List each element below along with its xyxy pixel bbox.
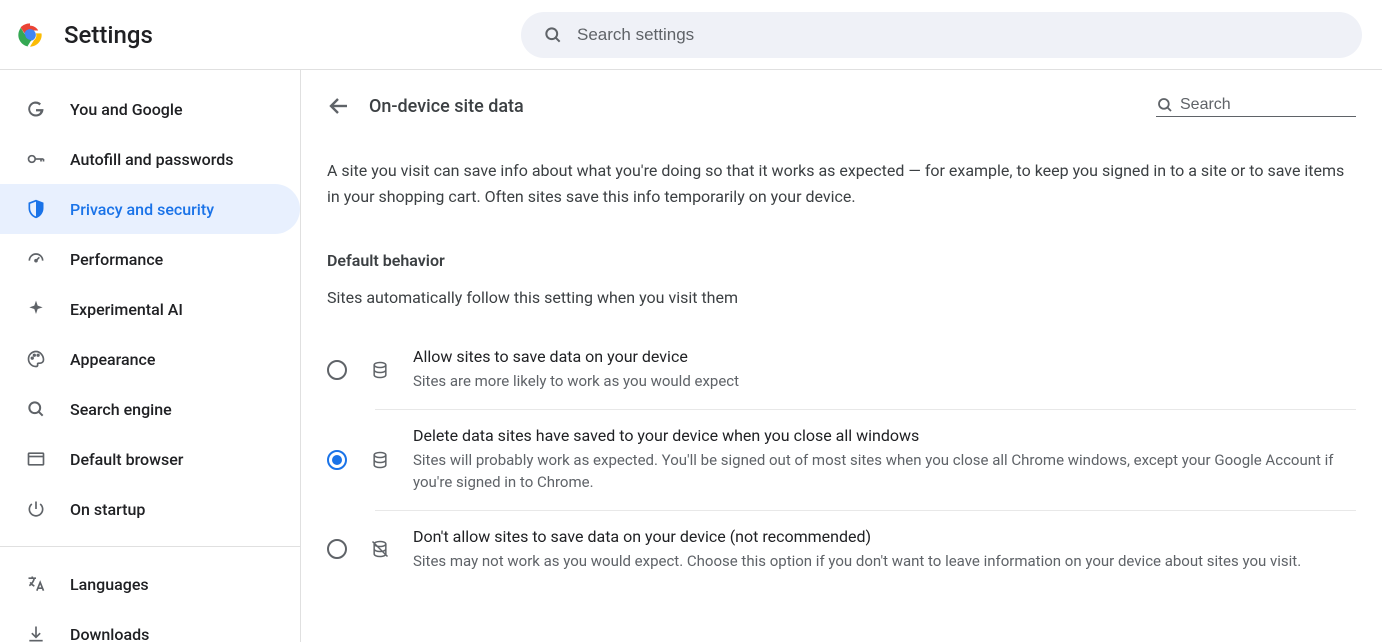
option-title: Don't allow sites to save data on your d…	[413, 527, 1356, 546]
speedometer-icon	[26, 249, 46, 269]
key-icon	[26, 149, 46, 169]
header-left: Settings	[16, 21, 521, 49]
radio-option-delete-on-close[interactable]: Delete data sites have saved to your dev…	[327, 410, 1356, 510]
sidebar-item-label: Autofill and passwords	[70, 150, 233, 169]
radio-option-allow[interactable]: Allow sites to save data on your device …	[327, 331, 1356, 409]
sidebar-item-label: Appearance	[70, 350, 155, 369]
sidebar-item-label: Default browser	[70, 450, 183, 469]
radio-button[interactable]	[327, 539, 347, 559]
sparkle-icon	[26, 299, 46, 319]
sidebar-item-label: Downloads	[70, 625, 149, 642]
radio-button[interactable]	[327, 450, 347, 470]
sidebar-item-label: Languages	[70, 575, 149, 594]
palette-icon	[26, 349, 46, 369]
sidebar-item-default-browser[interactable]: Default browser	[0, 434, 300, 484]
sidebar-item-you-and-google[interactable]: You and Google	[0, 84, 300, 134]
database-icon	[369, 359, 391, 381]
browser-window-icon	[26, 449, 46, 469]
search-icon	[1156, 96, 1174, 114]
app-header: Settings	[0, 0, 1382, 70]
option-text: Delete data sites have saved to your dev…	[413, 426, 1356, 494]
search-icon	[26, 399, 46, 419]
sidebar-item-downloads[interactable]: Downloads	[0, 609, 300, 642]
shield-icon	[26, 199, 46, 219]
radio-button[interactable]	[327, 360, 347, 380]
page-title: On-device site data	[369, 96, 1138, 117]
sidebar-item-label: Privacy and security	[70, 200, 214, 219]
sidebar-item-label: Performance	[70, 250, 163, 269]
sidebar-item-autofill[interactable]: Autofill and passwords	[0, 134, 300, 184]
sidebar-item-label: Search engine	[70, 400, 172, 419]
database-icon	[369, 449, 391, 471]
option-description: Sites may not work as you would expect. …	[413, 550, 1356, 573]
section-title: Default behavior	[327, 251, 1356, 270]
chrome-logo-icon	[16, 21, 44, 49]
search-icon	[543, 25, 563, 45]
global-search-bar[interactable]	[521, 12, 1362, 58]
download-icon	[26, 624, 46, 642]
sidebar-item-label: On startup	[70, 500, 145, 519]
sidebar: You and Google Autofill and passwords Pr…	[0, 70, 300, 642]
sidebar-item-languages[interactable]: Languages	[0, 559, 300, 609]
section-subtitle: Sites automatically follow this setting …	[327, 288, 1356, 307]
translate-icon	[26, 574, 46, 594]
sidebar-item-on-startup[interactable]: On startup	[0, 484, 300, 534]
option-title: Delete data sites have saved to your dev…	[413, 426, 1356, 445]
back-arrow-icon[interactable]	[327, 94, 351, 118]
option-description: Sites will probably work as expected. Yo…	[413, 449, 1356, 494]
radio-group-default-behavior: Allow sites to save data on your device …	[327, 331, 1356, 588]
sidebar-divider	[0, 546, 300, 547]
app-title: Settings	[64, 21, 153, 49]
sidebar-item-label: Experimental AI	[70, 300, 183, 319]
radio-option-block[interactable]: Don't allow sites to save data on your d…	[327, 511, 1356, 589]
global-search-input[interactable]	[577, 25, 1340, 45]
sidebar-item-appearance[interactable]: Appearance	[0, 334, 300, 384]
inline-search-input[interactable]	[1180, 96, 1356, 114]
sidebar-item-privacy[interactable]: Privacy and security	[0, 184, 300, 234]
sidebar-item-experimental-ai[interactable]: Experimental AI	[0, 284, 300, 334]
option-description: Sites are more likely to work as you wou…	[413, 370, 1356, 393]
main-header: On-device site data	[327, 94, 1356, 118]
page-description: A site you visit can save info about wha…	[327, 158, 1356, 209]
sidebar-item-search-engine[interactable]: Search engine	[0, 384, 300, 434]
option-title: Allow sites to save data on your device	[413, 347, 1356, 366]
inline-search[interactable]	[1156, 96, 1356, 117]
google-g-icon	[26, 99, 46, 119]
option-text: Allow sites to save data on your device …	[413, 347, 1356, 393]
sidebar-item-label: You and Google	[70, 100, 183, 119]
option-text: Don't allow sites to save data on your d…	[413, 527, 1356, 573]
database-off-icon	[369, 538, 391, 560]
power-icon	[26, 499, 46, 519]
sidebar-item-performance[interactable]: Performance	[0, 234, 300, 284]
main-content: On-device site data A site you visit can…	[300, 70, 1382, 642]
